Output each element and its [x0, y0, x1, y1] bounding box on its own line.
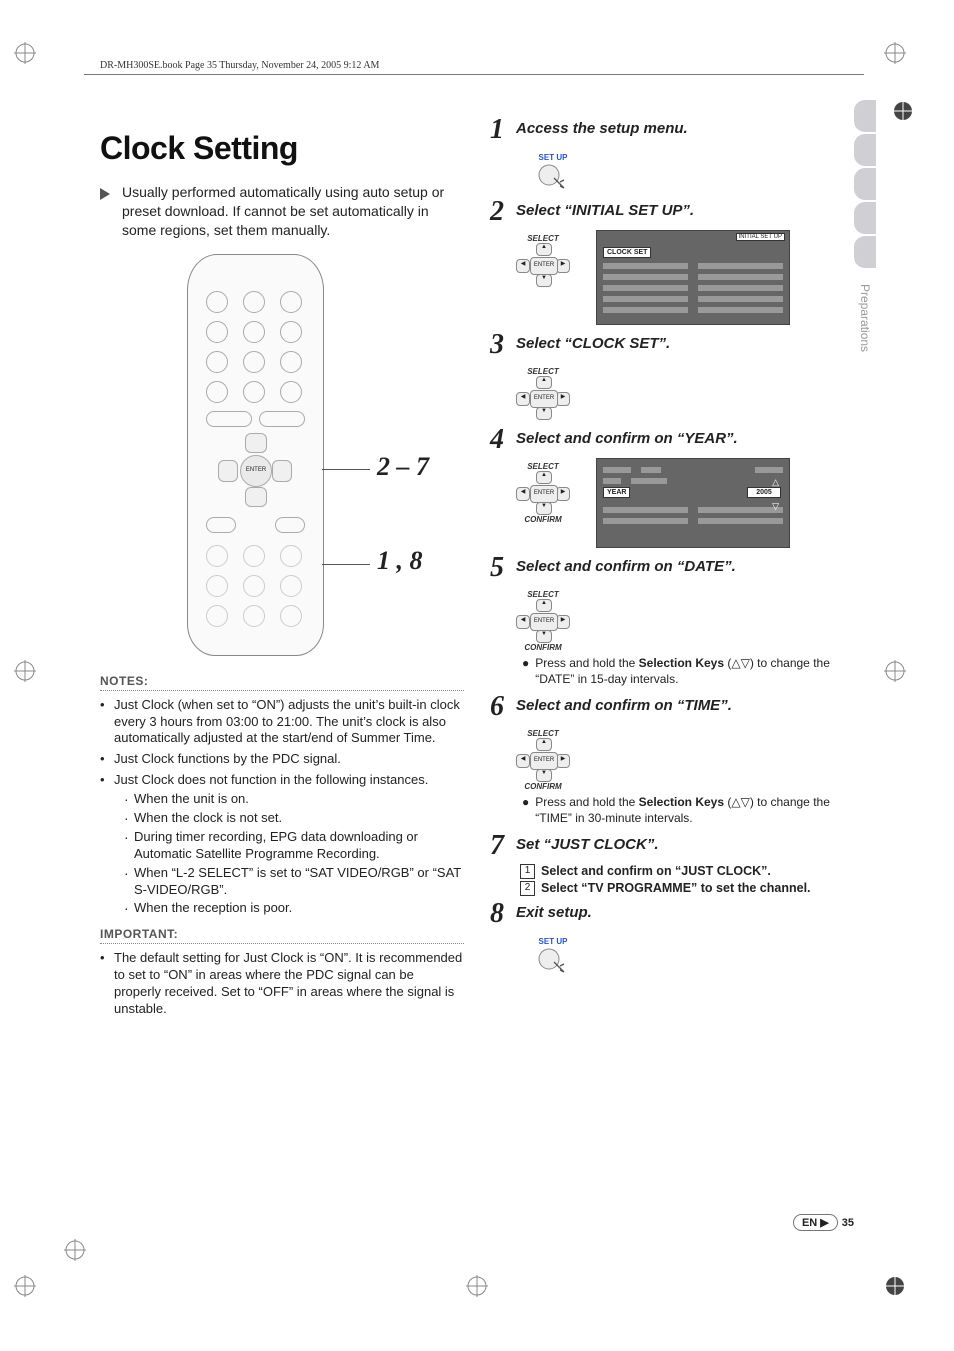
setup-button-icon: SET UP	[536, 937, 570, 976]
notes-heading: NOTES:	[100, 674, 464, 688]
registration-mark-icon	[64, 1239, 86, 1261]
note-subitem: During timer recording, EPG data downloa…	[124, 829, 464, 863]
registration-mark-icon	[466, 1275, 488, 1297]
note-subitem: When “L-2 SELECT” is set to “SAT VIDEO/R…	[124, 865, 464, 899]
note-subitem: When the reception is poor.	[124, 900, 464, 917]
step-3: 3 Select “CLOCK SET”.	[490, 335, 854, 359]
registration-mark-icon	[884, 660, 906, 682]
note-item: Just Clock (when set to “ON”) adjusts th…	[100, 697, 464, 748]
section-side-tab: Preparations	[854, 100, 876, 360]
notes-list: Just Clock (when set to “ON”) adjusts th…	[100, 697, 464, 918]
step-5-note: ● Press and hold the Selection Keys (△▽)…	[522, 656, 854, 687]
intro-paragraph: Usually performed automatically using au…	[100, 183, 464, 240]
important-heading: IMPORTANT:	[100, 927, 464, 941]
step-7: 7 Set “JUST CLOCK”.	[490, 836, 854, 860]
osd-screen-year: YEAR △ 2005 ▽	[596, 458, 790, 548]
page-footer: EN ▶ 35	[793, 1214, 854, 1231]
print-header: DR-MH300SE.book Page 35 Thursday, Novemb…	[100, 60, 379, 71]
registration-mark-icon	[884, 1275, 906, 1297]
page-title: Clock Setting	[100, 130, 464, 167]
step-7-sub-1: 1 Select and confirm on “JUST CLOCK”.	[520, 864, 854, 879]
selection-pad-icon: SELECT ▲▼ ◀▶ ENTER CONFIRM	[516, 590, 570, 652]
right-column: 1 Access the setup menu. SET UP 2 Select…	[490, 120, 854, 1261]
registration-mark-icon	[884, 42, 906, 64]
step-1: 1 Access the setup menu.	[490, 120, 854, 144]
note-item: Just Clock functions by the PDC signal.	[100, 751, 464, 768]
registration-mark-icon	[14, 42, 36, 64]
note-item: Just Clock does not function in the foll…	[100, 772, 464, 917]
step-2: 2 Select “INITIAL SET UP”.	[490, 202, 854, 226]
important-text: The default setting for Just Clock is “O…	[100, 950, 464, 1018]
step-4: 4 Select and confirm on “YEAR”.	[490, 430, 854, 454]
remote-diagram: ENTER 2 – 7 1 , 8	[127, 254, 437, 664]
note-subitem: When the clock is not set.	[124, 810, 464, 827]
note-subitem: When the unit is on.	[124, 791, 464, 808]
pointer-icon	[100, 186, 114, 205]
step-6: 6 Select and confirm on “TIME”.	[490, 697, 854, 721]
selection-pad-icon: SELECT ▲▼ ◀▶ ENTER CONFIRM	[516, 462, 570, 524]
step-7-sub-2: 2 Select “TV PROGRAMME” to set the chann…	[520, 881, 854, 896]
left-column: Clock Setting Usually performed automati…	[100, 120, 464, 1261]
remote-enter-button: ENTER	[240, 455, 272, 487]
selection-pad-icon: SELECT ▲▼ ◀▶ ENTER CONFIRM	[516, 729, 570, 791]
step-6-note: ● Press and hold the Selection Keys (△▽)…	[522, 795, 854, 826]
callout-steps-1-8: 1 , 8	[377, 546, 423, 576]
callout-steps-2-7: 2 – 7	[377, 452, 429, 482]
osd-screen-initial-setup: INITIAL SET UP CLOCK SET	[596, 230, 790, 325]
step-5: 5 Select and confirm on “DATE”.	[490, 558, 854, 582]
step-8: 8 Exit setup.	[490, 904, 854, 928]
registration-mark-icon	[14, 660, 36, 682]
selection-pad-icon: SELECT ▲▼ ◀▶ ENTER	[516, 367, 570, 420]
selection-pad-icon: SELECT ▲▼ ◀▶ ENTER	[516, 234, 570, 287]
registration-mark-icon	[14, 1275, 36, 1297]
setup-button-icon: SET UP	[536, 153, 570, 192]
registration-mark-icon	[892, 100, 914, 122]
